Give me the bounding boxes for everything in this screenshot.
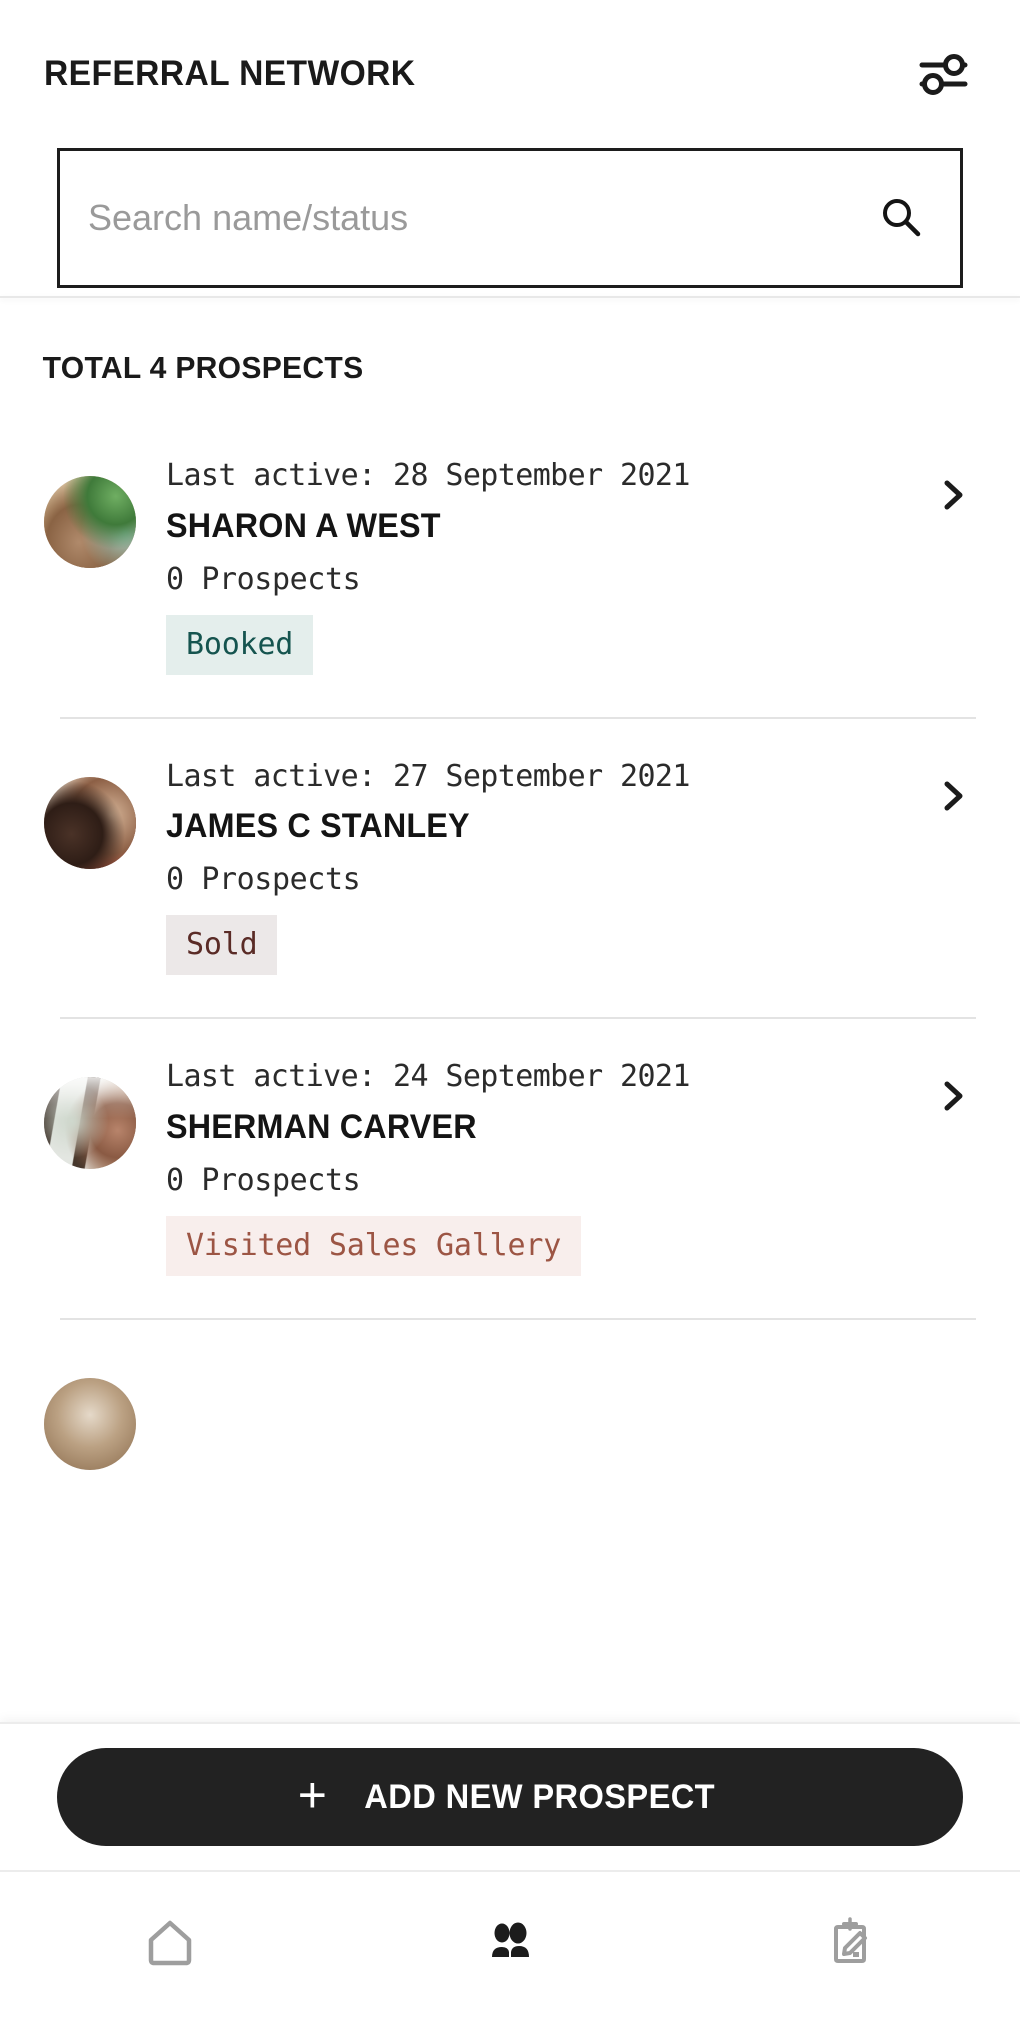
nav-item-home[interactable] <box>0 1872 340 2018</box>
status-badge: Visited Sales Gallery <box>166 1215 582 1276</box>
chevron-right-icon[interactable] <box>930 1073 976 1119</box>
page-title: REFERRAL NETWORK <box>44 54 416 93</box>
add-new-prospect-button[interactable]: + ADD NEW PROSPECT <box>57 1748 963 1846</box>
search-box[interactable] <box>57 148 963 288</box>
search-input[interactable] <box>88 197 874 239</box>
bottom-navigation <box>0 1870 1020 2018</box>
avatar <box>44 476 136 568</box>
add-new-prospect-label: ADD NEW PROSPECT <box>364 1777 715 1816</box>
search-section <box>0 148 1020 296</box>
nav-item-network[interactable] <box>340 1872 680 2018</box>
avatar <box>44 1077 136 1170</box>
prospect-name: SHERMAN CARVER <box>166 1107 477 1146</box>
sliders-filter-icon[interactable] <box>912 43 974 105</box>
people-group-icon <box>479 1912 541 1979</box>
prospect-count: 0 Prospects <box>166 1162 361 1198</box>
search-icon[interactable] <box>874 191 928 245</box>
chevron-right-icon[interactable] <box>930 773 976 819</box>
list-item-body: Last active: 27 September 2021 JAMES C S… <box>136 759 930 976</box>
home-icon <box>139 1912 201 1979</box>
list-item[interactable] <box>0 1360 1020 1470</box>
chevron-right-icon[interactable] <box>930 472 976 518</box>
list-item[interactable]: Last active: 28 September 2021 SHARON A … <box>0 458 1020 675</box>
prospect-name: JAMES C STANLEY <box>166 807 470 846</box>
list-divider <box>60 716 976 719</box>
prospect-count: 0 Prospects <box>166 862 361 898</box>
total-prospects-label: TOTAL 4 PROSPECTS <box>42 350 364 385</box>
list-divider <box>60 1317 976 1320</box>
cta-bar: + ADD NEW PROSPECT <box>0 1722 1020 1870</box>
list-item-body: Last active: 28 September 2021 SHARON A … <box>136 458 930 675</box>
list-item[interactable]: Last active: 24 September 2021 SHERMAN C… <box>0 1059 1020 1276</box>
list-divider <box>60 1017 976 1020</box>
status-badge: Sold <box>166 915 278 976</box>
app-header: REFERRAL NETWORK <box>0 0 1020 148</box>
nav-item-tasks[interactable] <box>680 1872 1020 2018</box>
last-active-text: Last active: 24 September 2021 <box>166 1059 690 1095</box>
status-badge: Booked <box>166 614 314 675</box>
list-item[interactable]: Last active: 27 September 2021 JAMES C S… <box>0 759 1020 976</box>
clipboard-edit-icon <box>819 1912 881 1979</box>
last-active-text: Last active: 27 September 2021 <box>166 758 690 794</box>
avatar <box>44 776 136 869</box>
app-screen: REFERRAL NETWORK TOTAL 4 PROSPECTS <box>0 0 1020 2018</box>
avatar <box>44 1377 136 1470</box>
list-item-body: Last active: 24 September 2021 SHERMAN C… <box>136 1059 930 1276</box>
plus-icon: + <box>297 1767 327 1823</box>
prospect-count: 0 Prospects <box>166 561 361 597</box>
prospect-name: SHARON A WEST <box>166 506 441 545</box>
last-active-text: Last active: 28 September 2021 <box>166 458 690 493</box>
